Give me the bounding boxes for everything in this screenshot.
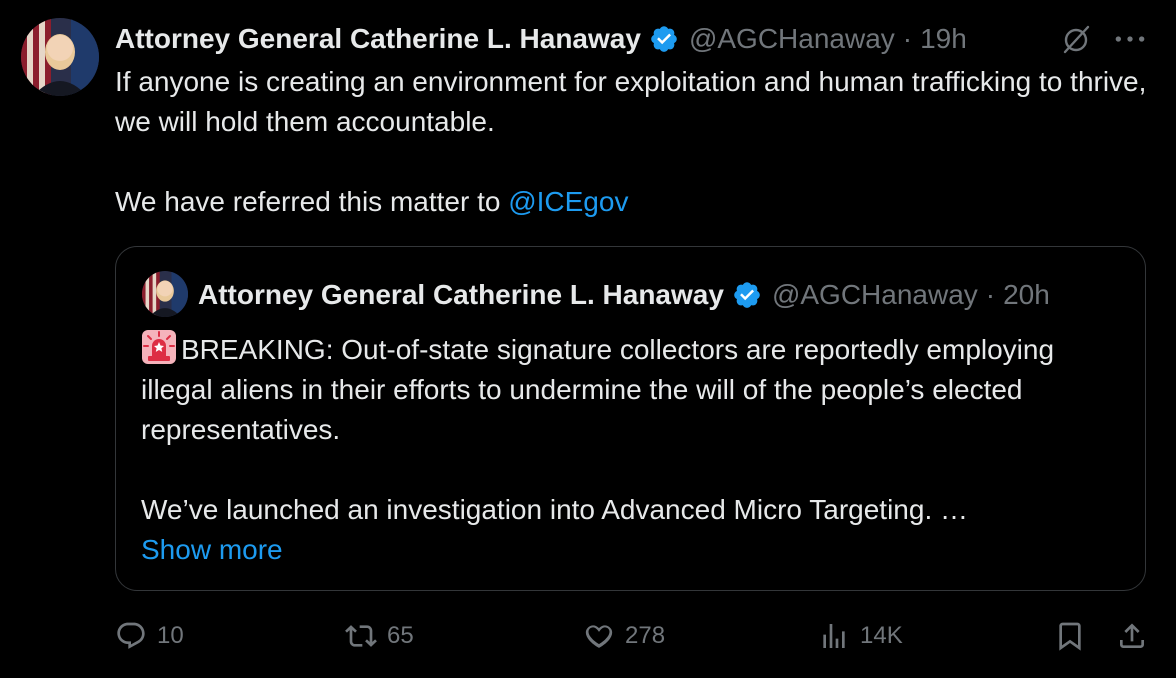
share-button[interactable]	[1116, 620, 1148, 657]
quoted-author-avatar	[142, 271, 188, 317]
quoted-tweet-timestamp: 20h	[1003, 279, 1050, 310]
bookmark-icon	[1059, 622, 1081, 651]
views-button[interactable]: 14K	[818, 620, 903, 652]
show-more-link[interactable]: Show more	[141, 534, 283, 565]
reply-button[interactable]: 10	[115, 620, 184, 652]
separator-dot: ·	[902, 23, 913, 54]
tweet-paragraph-1: If anyone is creating an environment for…	[115, 66, 1147, 137]
tweet-action-bar: 10 65 278 14K	[0, 610, 1176, 666]
repost-icon	[345, 625, 377, 647]
tweet-text: If anyone is creating an environment for…	[115, 62, 1155, 222]
quoted-verified-badge-icon	[732, 280, 762, 310]
views-count: 14K	[860, 622, 903, 649]
tweet-header: Attorney General Catherine L. Hanaway @A…	[115, 18, 967, 60]
author-name[interactable]: Attorney General Catherine L. Hanaway	[115, 23, 641, 55]
repost-count: 65	[387, 622, 414, 649]
quoted-paragraph-1: BREAKING: Out-of-state signature collect…	[141, 329, 1131, 450]
quoted-tweet-header: Attorney General Catherine L. Hanaway @A…	[198, 275, 1050, 315]
verified-badge-icon[interactable]	[649, 24, 679, 54]
avatar-image	[21, 18, 99, 96]
quoted-separator-dot: ·	[985, 279, 996, 310]
quoted-avatar-image	[142, 271, 188, 317]
more-icon[interactable]	[1110, 22, 1150, 56]
like-icon	[585, 625, 613, 648]
reply-count: 10	[157, 622, 184, 649]
tweet-paragraph-2-text: We have referred this matter to	[115, 186, 509, 217]
quoted-paragraph-1-text: BREAKING: Out-of-state signature collect…	[141, 334, 1055, 445]
tweet-paragraph-2: We have referred this matter to @ICEgov	[115, 182, 1155, 222]
mention-link[interactable]: @ICEgov	[508, 186, 628, 217]
like-count: 278	[625, 622, 666, 649]
siren-emoji-icon	[141, 329, 177, 365]
quoted-paragraph-2: We’ve launched an investigation into Adv…	[141, 494, 969, 525]
reply-icon	[117, 622, 145, 649]
quoted-tweet-card[interactable]: Attorney General Catherine L. Hanaway @A…	[115, 246, 1146, 591]
quoted-tweet-text: BREAKING: Out-of-state signature collect…	[141, 329, 1131, 570]
like-button[interactable]: 278	[583, 620, 665, 652]
author-avatar[interactable]	[21, 18, 99, 96]
tweet-timestamp[interactable]: 19h	[920, 23, 967, 55]
repost-button[interactable]: 65	[345, 620, 414, 652]
quoted-author-handle: @AGCHanaway	[771, 279, 978, 310]
share-icon	[1120, 623, 1144, 648]
quoted-author-name: Attorney General Catherine L. Hanaway	[198, 279, 724, 310]
author-handle[interactable]: @AGCHanaway	[689, 23, 895, 55]
views-icon	[823, 624, 845, 648]
bookmark-button[interactable]	[1054, 620, 1086, 657]
grok-icon[interactable]	[1060, 23, 1092, 55]
